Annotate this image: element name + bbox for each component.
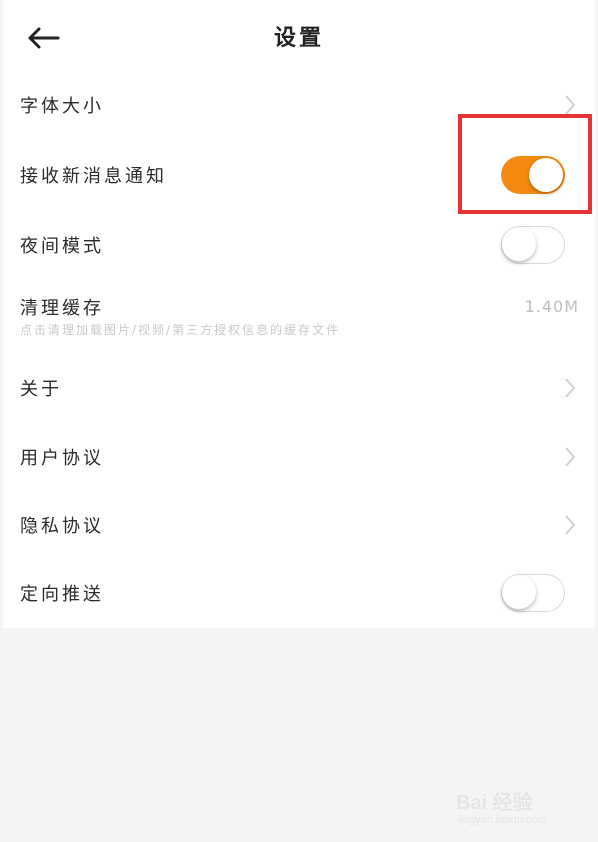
settings-panel: 设置 字体大小 接收新消息通知 夜间模式 清理缓存 点击清理加载图片/视频/第三… xyxy=(3,0,595,628)
setting-label: 用户协议 xyxy=(20,448,104,469)
chevron-right-icon xyxy=(565,515,576,535)
chevron-right-icon xyxy=(565,447,576,467)
setting-label: 隐私协议 xyxy=(20,516,104,537)
setting-night-mode: 夜间模式 xyxy=(3,210,595,280)
chevron-right-icon xyxy=(565,378,576,398)
watermark-url: jingyan.baidu.com xyxy=(458,814,547,826)
highlight-box xyxy=(458,114,592,214)
toggle-knob xyxy=(502,575,536,609)
night-mode-toggle[interactable] xyxy=(501,226,565,264)
targeted-push-toggle[interactable] xyxy=(501,574,565,612)
settings-page: 设置 字体大小 接收新消息通知 夜间模式 清理缓存 点击清理加载图片/视频/第三… xyxy=(0,0,598,842)
page-title: 设置 xyxy=(273,26,324,51)
setting-label: 关于 xyxy=(20,379,62,400)
cache-size: 1.40M xyxy=(524,297,579,316)
header: 设置 xyxy=(3,0,595,76)
setting-about[interactable]: 关于 xyxy=(3,353,595,423)
setting-label: 夜间模式 xyxy=(20,236,104,257)
watermark-logo: Bai 经验 xyxy=(456,792,533,814)
cache-description: 点击清理加载图片/视频/第三方授权信息的缓存文件 xyxy=(20,323,341,337)
toggle-knob xyxy=(502,227,536,261)
setting-label: 清理缓存 xyxy=(20,298,104,319)
setting-privacy-agreement[interactable]: 隐私协议 xyxy=(3,490,595,560)
setting-label: 定向推送 xyxy=(20,584,104,605)
setting-label: 接收新消息通知 xyxy=(20,166,167,187)
setting-user-agreement[interactable]: 用户协议 xyxy=(3,422,595,492)
setting-label: 字体大小 xyxy=(20,96,104,117)
watermark: Bai 经验 jingyan.baidu.com xyxy=(456,780,566,830)
setting-targeted-push: 定向推送 xyxy=(3,558,595,628)
